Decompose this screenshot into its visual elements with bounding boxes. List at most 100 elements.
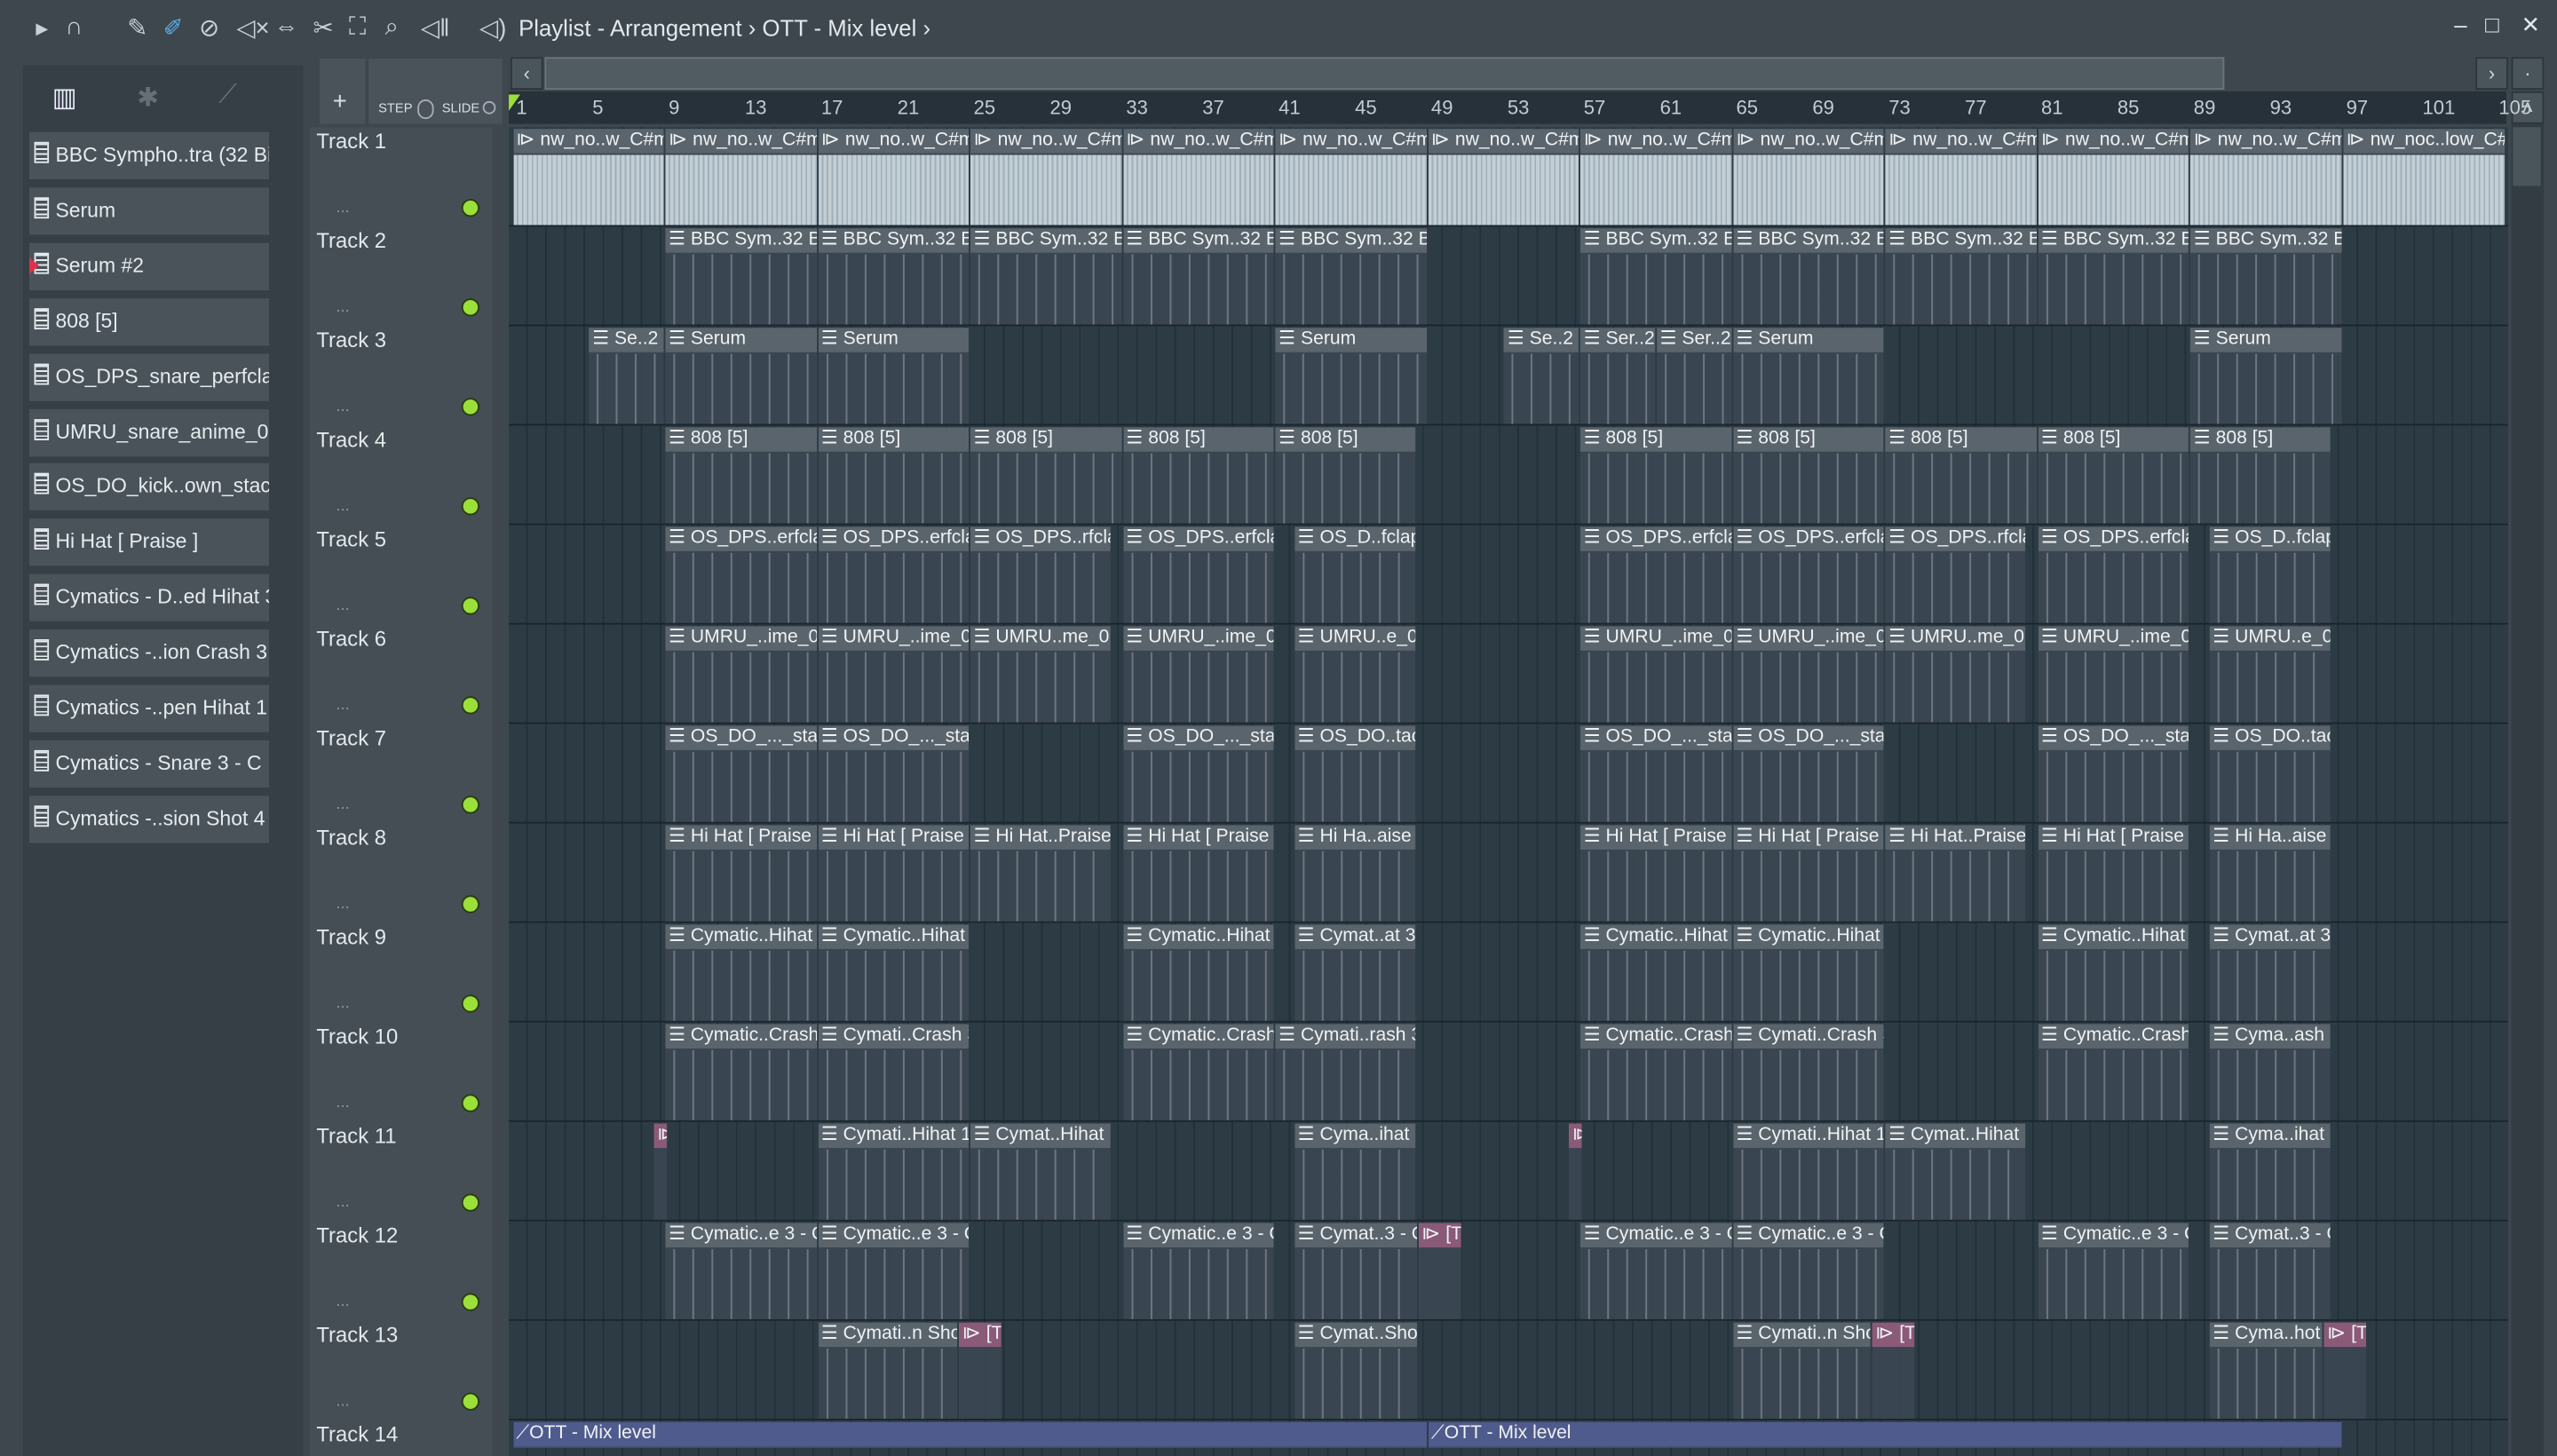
pattern-clip[interactable]: ☰ 808 [5]: [1580, 427, 1731, 524]
automation-clip[interactable]: ⟋OTT - Mix level: [512, 1421, 1427, 1449]
pattern-clip[interactable]: ☰ Cymatic..Hihat 3: [1580, 924, 1731, 1021]
channel-button[interactable]: OS_DPS_snare_perfclap: [29, 352, 270, 401]
add-button[interactable]: +: [320, 59, 366, 124]
pattern-clip[interactable]: ☰ OS_DPS..erfclap: [665, 526, 817, 623]
audio-clip[interactable]: ⧐ nw_no..w_C#m: [1580, 129, 1731, 226]
track-name[interactable]: Track 8: [316, 825, 386, 850]
pattern-clip[interactable]: ☰ Hi Hat [ Praise ]: [665, 825, 817, 922]
pattern-clip[interactable]: ☰ Cyma..ihat 1: [2209, 1123, 2331, 1220]
pattern-clip[interactable]: ☰ Se..2: [589, 328, 664, 424]
pattern-clip[interactable]: ☰ 808 [5]: [2190, 427, 2331, 524]
pattern-clip[interactable]: ☰ Cymatic..e 3 - C: [1732, 1223, 1884, 1319]
paint-brush-icon[interactable]: ✐: [163, 13, 184, 43]
pattern-clip[interactable]: ☰ OS_DO_..._stack: [1580, 725, 1731, 822]
pattern-clip[interactable]: ☰ UMRU_..ime_01: [2038, 626, 2189, 723]
pattern-clip[interactable]: ☰ OS_DO_..._stack: [818, 725, 970, 822]
pattern-clip[interactable]: ☰ BBC Sym..32 Bit): [665, 228, 817, 325]
track-mute-led[interactable]: [461, 1094, 480, 1112]
transition-clip[interactable]: ⧐ [T..: [2323, 1322, 2366, 1419]
audio-clip[interactable]: ⧐ nw_no..w_C#m: [1275, 129, 1427, 226]
pattern-clip[interactable]: ☰ Cymatic..e 3 - C: [818, 1223, 970, 1319]
channel-button[interactable]: Cymatics -..pen Hihat 1: [29, 684, 270, 732]
pattern-clip[interactable]: ☰ OS_DPS..erfclap: [1732, 526, 1884, 623]
pattern-clip[interactable]: ☰ Cymatic..Hihat 3: [2038, 924, 2189, 1021]
step-toggle[interactable]: [417, 99, 434, 120]
audio-clip[interactable]: ⧐ nw_no..w_C#m: [2038, 129, 2189, 226]
pattern-clip[interactable]: ☰ Serum: [2190, 328, 2342, 424]
pattern-clip[interactable]: ☰ BBC Sym..32 Bit): [2190, 228, 2342, 325]
pattern-clip[interactable]: ☰ BBC Sym..32 Bit): [1885, 228, 2037, 325]
audio-clip[interactable]: ⧐ nw_no..w_C#m: [665, 129, 817, 226]
channel-button[interactable]: Cymatics - D..ed Hihat 3: [29, 574, 270, 622]
track-name[interactable]: Track 13: [316, 1323, 398, 1348]
transition-clip[interactable]: ⧐ [T..: [1418, 1223, 1461, 1319]
pattern-clip[interactable]: ☰ Hi Hat..Praise ]: [970, 825, 1110, 922]
pattern-clip[interactable]: ☰ 808 [5]: [2038, 427, 2189, 524]
pattern-clip[interactable]: ☰ OS_DO_..._stack: [1732, 725, 1884, 822]
pattern-clip[interactable]: ☰ OS_DPS..erfclap: [1122, 526, 1274, 623]
track-name[interactable]: Track 7: [316, 725, 386, 750]
channel-button[interactable]: UMRU_snare_anime_01: [29, 408, 270, 456]
slice-icon[interactable]: ✂: [313, 13, 334, 43]
pattern-clip[interactable]: ☰ Cymat..at 3: [1294, 924, 1415, 1021]
pattern-clip[interactable]: ☰ OS_DO..tack: [2209, 725, 2331, 822]
track-mute-led[interactable]: [461, 795, 480, 814]
pattern-clip[interactable]: ☰ BBC Sym..32 Bit): [1122, 228, 1274, 325]
pattern-clip[interactable]: ☰ UMRU_..ime_01: [665, 626, 817, 723]
pencil-icon[interactable]: ✎: [127, 13, 147, 43]
zoom-icon[interactable]: ⌕: [384, 13, 398, 41]
track-grip-icon[interactable]: ...: [336, 199, 349, 217]
pattern-clip[interactable]: ☰ 808 [5]: [818, 427, 970, 524]
slip-icon[interactable]: ⇔: [274, 13, 299, 41]
pattern-clip[interactable]: ☰ Cymati..Crash 3: [818, 1024, 970, 1120]
track-grip-icon[interactable]: ...: [336, 497, 349, 515]
pattern-clip[interactable]: ☰ OS_DO_..._stack: [665, 725, 817, 822]
channel-button[interactable]: Hi Hat [ Praise ]: [29, 518, 270, 566]
pattern-clip[interactable]: ☰ OS_DPS..erfclap: [818, 526, 970, 623]
track-grip-icon[interactable]: ...: [336, 1094, 349, 1112]
track-mute-led[interactable]: [461, 994, 480, 1013]
pattern-clip[interactable]: ☰ OS_D..fclap: [2209, 526, 2331, 623]
pattern-clip[interactable]: ☰ BBC Sym..32 Bit): [818, 228, 970, 325]
track-mute-led[interactable]: [461, 895, 480, 914]
automation-clip[interactable]: ⟋OTT - Mix level: [1428, 1421, 2342, 1449]
pattern-clip[interactable]: ☰ Cymatic..Crash 3: [2038, 1024, 2189, 1120]
pattern-clip[interactable]: ☰ 808 [5]: [1732, 427, 1884, 524]
play-arrow-icon[interactable]: ▸: [36, 13, 48, 43]
track-grip-icon[interactable]: ...: [336, 597, 349, 614]
track-name[interactable]: Track 5: [316, 526, 386, 551]
select-icon[interactable]: ⛶: [349, 13, 366, 41]
pattern-clip[interactable]: ☰ Cymati..rash 3: [1275, 1024, 1415, 1120]
pattern-clip[interactable]: ☰ UMRU..me_01: [1885, 626, 2025, 723]
pattern-clip[interactable]: ☰ Cyma..ash 3: [2209, 1024, 2331, 1120]
track-mute-led[interactable]: [461, 199, 480, 218]
track-name[interactable]: Track 4: [316, 427, 386, 452]
playlist-grid[interactable]: ⧐ nw_no..w_C#m ⧐ nw_no..w_C#m ⧐ nw_no..w_C…: [509, 127, 2508, 1456]
track-name[interactable]: Track 9: [316, 924, 386, 949]
delete-icon[interactable]: ⊘: [199, 13, 219, 43]
pattern-clip[interactable]: ☰ OS_DPS..rfclap: [970, 526, 1110, 623]
pattern-clip[interactable]: ☰ OS_DO_..._stack: [1122, 725, 1274, 822]
pattern-clip[interactable]: ☰ Cymatic..e 3 - C: [1122, 1223, 1274, 1319]
track-grip-icon[interactable]: ...: [336, 895, 349, 913]
track-mute-led[interactable]: [461, 696, 480, 715]
pattern-clip[interactable]: ☰ Cymati..n Shot: [818, 1322, 958, 1419]
audio-clip[interactable]: ⧐ nw_no..w_C#m: [1122, 129, 1274, 226]
pattern-clip[interactable]: ☰ OS_D..fclap: [1294, 526, 1415, 623]
pattern-clip[interactable]: ☰ OS_DPS..erfclap: [2038, 526, 2189, 623]
maximize-button[interactable]: □: [2485, 12, 2499, 37]
pattern-clip[interactable]: ☰ Cymatic..e 3 - C: [2038, 1223, 2189, 1319]
magnet-icon[interactable]: ∩: [65, 13, 83, 41]
pattern-clip[interactable]: ☰ Serum: [665, 328, 817, 424]
track-name[interactable]: Track 14: [316, 1422, 398, 1447]
audio-clip[interactable]: ⧐ nw_no..w_C#m: [818, 129, 970, 226]
pattern-clip[interactable]: ☰ Hi Hat [ Praise ]: [2038, 825, 2189, 922]
pattern-clip[interactable]: ☰ Hi Hat..Praise ]: [1885, 825, 2025, 922]
audio-clip[interactable]: ⧐ nw_no..w_C#m: [1885, 129, 2037, 226]
scroll-left-button[interactable]: ‹: [510, 57, 543, 91]
pattern-clip[interactable]: ☰ Cymati..Crash 3: [1732, 1024, 1884, 1120]
pattern-clip[interactable]: ☰ Serum: [1732, 328, 1884, 424]
pattern-clip[interactable]: ☰ Cymat..3 - C: [1294, 1223, 1417, 1319]
pattern-clip[interactable]: ☰ 808 [5]: [1122, 427, 1274, 524]
pattern-clip[interactable]: ☰ Cymatic..e 3 - C: [665, 1223, 817, 1319]
